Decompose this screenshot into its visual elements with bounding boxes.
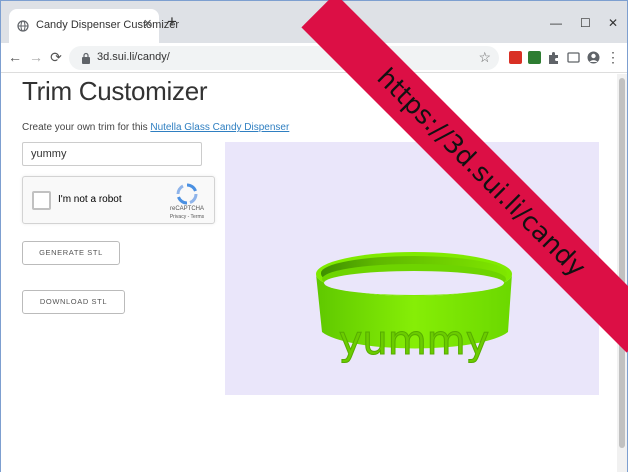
forward-button[interactable]: → [28,49,44,65]
globe-icon [17,20,29,32]
new-tab-button[interactable]: + [167,13,177,30]
page-title: Trim Customizer [22,76,208,106]
page-content: Trim Customizer Create your own trim for… [1,74,617,472]
back-button[interactable]: ← [7,49,23,65]
scroll-thumb[interactable] [619,78,625,448]
address-bar[interactable]: 3d.sui.li/candy/ ☆ [69,46,499,70]
cast-icon[interactable] [567,51,580,64]
minimize-button[interactable]: — [550,17,562,29]
close-window-button[interactable]: ✕ [608,17,618,29]
lock-icon [82,52,90,64]
ublock-extension-icon[interactable] [509,51,522,64]
bookmark-star-icon[interactable]: ☆ [478,49,491,66]
subtitle-text: Create your own trim for this [22,122,151,133]
browser-toolbar: ← → ⟳ 3d.sui.li/candy/ ☆ ⋮ [1,43,627,73]
generate-stl-button[interactable]: GENERATE STL [22,241,120,265]
puzzle-extensions-icon[interactable] [547,51,560,64]
engraved-trim-text: yummy [339,318,490,364]
trim-text-input[interactable] [22,142,202,166]
dispenser-link[interactable]: Nutella Glass Candy Dispenser [150,122,289,133]
tab-candy-dispenser[interactable]: Candy Dispenser Customizer ✕ [9,9,179,43]
browser-window: Candy Dispenser Customizer ✕ + — ☐ ✕ ← →… [0,0,628,472]
menu-more-icon[interactable]: ⋮ [605,49,621,65]
tab-close-icon[interactable]: ✕ [143,17,152,30]
maximize-button[interactable]: ☐ [580,17,591,29]
download-stl-button[interactable]: DOWNLOAD STL [22,290,125,314]
recaptcha-privacy-terms[interactable]: Privacy - Terms [163,214,211,220]
extension-icon[interactable] [528,51,541,64]
profile-avatar-icon[interactable] [587,51,600,64]
page-subtitle: Create your own trim for this Nutella Gl… [22,122,289,133]
recaptcha-logo-icon [176,183,198,205]
tab-title: Candy Dispenser Customizer [36,19,180,31]
recaptcha-checkbox[interactable] [32,191,51,210]
recaptcha-widget: I'm not a robot reCAPTCHA Privacy - Term… [22,176,215,224]
page-scrollbar[interactable] [617,74,627,472]
recaptcha-label: I'm not a robot [58,194,122,205]
url-text: 3d.sui.li/candy/ [97,51,170,63]
reload-button[interactable]: ⟳ [48,49,64,65]
recaptcha-brand: reCAPTCHA [169,206,204,212]
